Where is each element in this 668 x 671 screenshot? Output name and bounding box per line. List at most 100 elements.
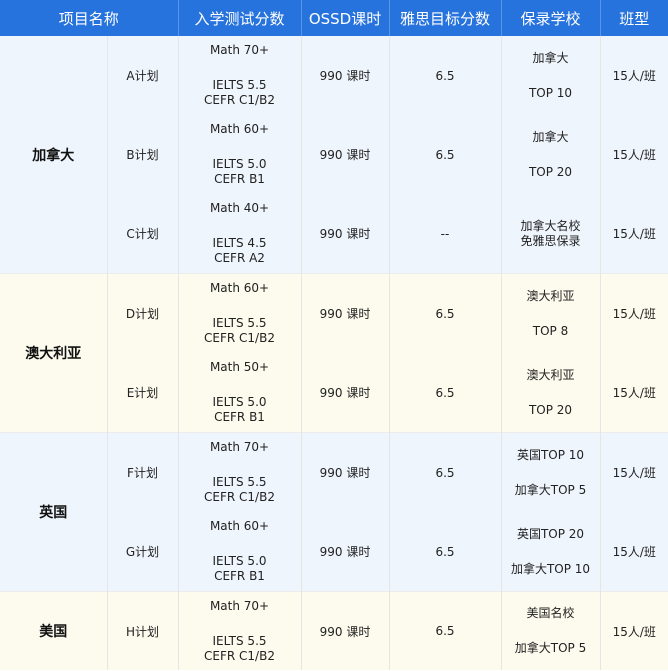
entry-test-line: CEFR C1/B2 xyxy=(204,93,275,107)
class-size-cell: 15人/班 xyxy=(600,512,668,592)
plan-cell: B计划 xyxy=(107,115,179,194)
ielts-target-cell: -- xyxy=(389,194,502,274)
school-line: 澳大利亚 xyxy=(526,367,575,382)
guaranteed-school-cell: 英国TOP 10 加拿大TOP 5 xyxy=(501,432,601,512)
school-line: 英国TOP 10 xyxy=(516,447,585,462)
school-stack: 澳大利亚 TOP 8 xyxy=(502,289,600,339)
entry-test-line: Math 40+ xyxy=(209,201,270,215)
school-stack: 加拿大 TOP 20 xyxy=(502,130,600,180)
table-body: 加拿大 A计划 Math 70+ IELTS 5.5 CEFR C1/B2 990 课时 6… xyxy=(0,36,668,670)
table-row: 美国 H计划 Math 70+ IELTS 5.5 CEFR C1/B2 990 课时 6.… xyxy=(0,591,668,670)
school-line: 英国TOP 20 xyxy=(516,526,585,541)
entry-test-line: IELTS 5.0 xyxy=(212,395,267,409)
guaranteed-school-cell: 加拿大 TOP 20 xyxy=(501,115,601,194)
entry-test-cell: Math 50+ IELTS 5.0 CEFR B1 xyxy=(178,353,302,433)
entry-test-line: Math 70+ xyxy=(209,440,270,454)
ossd-hours-cell: 990 课时 xyxy=(301,512,390,592)
plan-cell: H计划 xyxy=(107,591,179,670)
ossd-hours-cell: 990 课时 xyxy=(301,194,390,274)
header-row: 项目名称 入学测试分数 OSSD课时 雅思目标分数 保录学校 班型 xyxy=(0,0,668,36)
entry-test-stack: Math 60+ IELTS 5.0 CEFR B1 xyxy=(179,519,301,584)
entry-test-stack: Math 40+ IELTS 4.5 CEFR A2 xyxy=(179,201,301,266)
entry-test-stack: Math 50+ IELTS 5.0 CEFR B1 xyxy=(179,360,301,425)
school-line: 澳大利亚 xyxy=(526,288,575,303)
table-row: 英国 F计划 Math 70+ IELTS 5.5 CEFR C1/B2 990 课时 6.… xyxy=(0,432,668,592)
guaranteed-school-cell: 英国TOP 20 加拿大TOP 10 xyxy=(501,512,601,592)
school-line: 美国名校 xyxy=(526,606,575,620)
entry-test-line: CEFR A2 xyxy=(214,251,265,265)
ielts-target-cell: 6.5 xyxy=(389,353,502,433)
ielts-target-cell: 6.5 xyxy=(389,115,502,194)
entry-test-line: IELTS 5.5 xyxy=(212,633,267,648)
entry-test-line: IELTS 5.5 xyxy=(212,78,267,92)
guaranteed-school-cell: 加拿大 TOP 10 xyxy=(501,36,601,115)
school-line: 加拿大 xyxy=(532,129,569,144)
entry-test-cell: Math 60+ IELTS 5.5 CEFR C1/B2 xyxy=(178,273,302,353)
entry-test-line: Math 70+ xyxy=(209,598,270,613)
entry-test-line: Math 60+ xyxy=(209,122,270,136)
entry-test-cell: Math 60+ IELTS 5.0 CEFR B1 xyxy=(178,512,302,592)
class-size-cell: 15人/班 xyxy=(600,194,668,274)
school-stack: 加拿大名校 免雅思保录 xyxy=(502,219,600,249)
class-size-cell: 15人/班 xyxy=(600,36,668,115)
school-stack: 加拿大 TOP 10 xyxy=(502,51,600,101)
guaranteed-school-cell: 澳大利亚 TOP 8 xyxy=(501,273,601,353)
entry-test-line: CEFR C1/B2 xyxy=(204,490,275,504)
school-line: 免雅思保录 xyxy=(520,233,581,248)
school-stack: 英国TOP 10 加拿大TOP 5 xyxy=(502,448,600,498)
entry-test-line: IELTS 5.0 xyxy=(212,554,267,568)
entry-test-line: CEFR B1 xyxy=(214,410,265,424)
project-name-cell: 加拿大 xyxy=(0,36,108,274)
class-size-cell: 15人/班 xyxy=(600,353,668,433)
plan-cell: G计划 xyxy=(107,512,179,592)
project-name-cell: 澳大利亚 xyxy=(0,273,108,433)
entry-test-cell: Math 60+ IELTS 5.0 CEFR B1 xyxy=(178,115,302,194)
ossd-hours-cell: 990 课时 xyxy=(301,591,390,670)
entry-test-line: IELTS 5.5 xyxy=(212,475,267,489)
entry-test-line: IELTS 4.5 xyxy=(212,236,267,250)
project-name-cell: 美国 xyxy=(0,591,108,670)
entry-test-stack: Math 70+ IELTS 5.5 CEFR C1/B2 xyxy=(179,599,301,664)
plan-cell: E计划 xyxy=(107,353,179,433)
program-table: 项目名称 入学测试分数 OSSD课时 雅思目标分数 保录学校 班型 加拿大 A计划… xyxy=(0,0,668,670)
school-stack: 澳大利亚 TOP 20 xyxy=(502,368,600,418)
header-class-size: 班型 xyxy=(600,0,668,36)
guaranteed-school-cell: 澳大利亚 TOP 20 xyxy=(501,353,601,433)
plan-cell: F计划 xyxy=(107,432,179,512)
table-row: 加拿大 A计划 Math 70+ IELTS 5.5 CEFR C1/B2 990 课时 6… xyxy=(0,36,668,274)
header-project: 项目名称 xyxy=(0,0,179,36)
entry-test-cell: Math 70+ IELTS 5.5 CEFR C1/B2 xyxy=(178,432,302,512)
school-line: TOP 20 xyxy=(528,164,573,179)
school-line: 加拿大TOP 5 xyxy=(514,641,587,655)
class-size-cell: 15人/班 xyxy=(600,591,668,670)
project-name-cell: 英国 xyxy=(0,432,108,592)
school-stack: 美国名校加拿大TOP 5 xyxy=(502,606,600,656)
entry-test-stack: Math 60+ IELTS 5.5 CEFR C1/B2 xyxy=(179,281,301,346)
ossd-hours-cell: 990 课时 xyxy=(301,432,390,512)
ossd-hours-cell: 990 课时 xyxy=(301,273,390,353)
entry-test-line: CEFR C1/B2 xyxy=(204,648,275,663)
entry-test-cell: Math 40+ IELTS 4.5 CEFR A2 xyxy=(178,194,302,274)
plan-cell: D计划 xyxy=(107,273,179,353)
ossd-hours-cell: 990 课时 xyxy=(301,36,390,115)
entry-test-stack: Math 70+ IELTS 5.5 CEFR C1/B2 xyxy=(179,440,301,505)
header-ielts-target: 雅思目标分数 xyxy=(389,0,502,36)
entry-test-cell: Math 70+ IELTS 5.5 CEFR C1/B2 xyxy=(178,36,302,115)
entry-test-line: CEFR B1 xyxy=(214,569,265,583)
entry-test-line: IELTS 5.5 xyxy=(212,316,267,330)
school-line: 加拿大名校 xyxy=(520,218,581,233)
ossd-hours-cell: 990 课时 xyxy=(301,353,390,433)
class-size-cell: 15人/班 xyxy=(600,432,668,512)
entry-test-line: Math 60+ xyxy=(209,281,270,295)
school-line: 加拿大 xyxy=(532,50,569,65)
class-size-cell: 15人/班 xyxy=(600,115,668,194)
plan-cell: C计划 xyxy=(107,194,179,274)
school-line: TOP 20 xyxy=(528,402,573,417)
entry-test-line: Math 60+ xyxy=(209,519,270,533)
school-line: TOP 8 xyxy=(532,323,569,338)
table-row: 澳大利亚 D计划 Math 60+ IELTS 5.5 CEFR C1/B2 990 课时… xyxy=(0,273,668,433)
ossd-hours-cell: 990 课时 xyxy=(301,115,390,194)
school-stack: 英国TOP 20 加拿大TOP 10 xyxy=(502,527,600,577)
entry-test-line: CEFR B1 xyxy=(214,172,265,186)
plan-cell: A计划 xyxy=(107,36,179,115)
